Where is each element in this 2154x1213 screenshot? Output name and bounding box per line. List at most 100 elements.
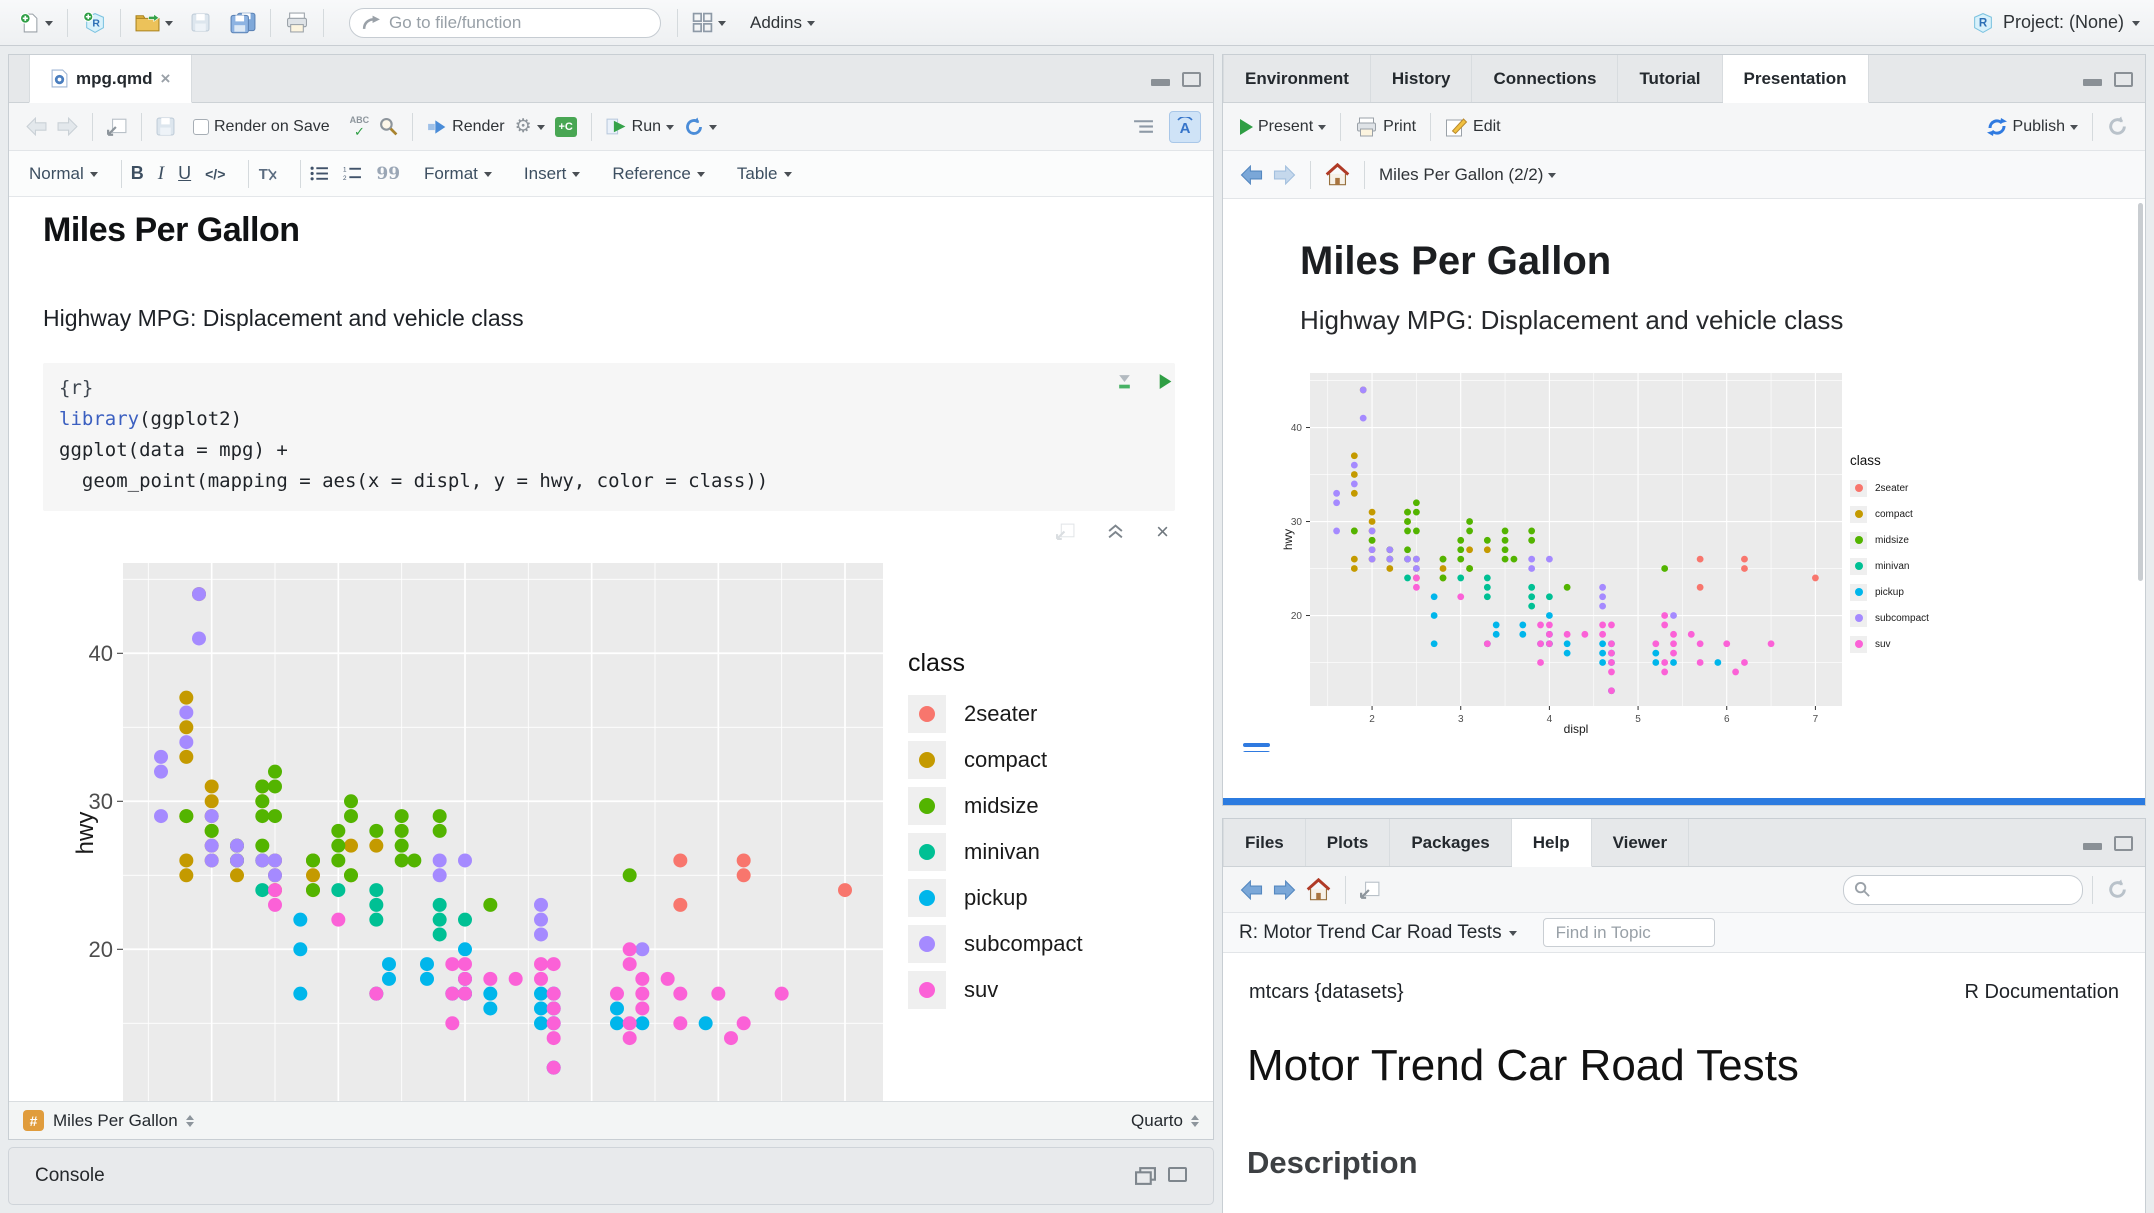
outline-selector[interactable]: Miles Per Gallon bbox=[53, 1111, 178, 1131]
divider bbox=[248, 160, 249, 188]
help-document[interactable]: mtcars {datasets} R Documentation Motor … bbox=[1223, 953, 2145, 1213]
render-on-save-checkbox[interactable]: Render on Save bbox=[188, 115, 335, 139]
print-button[interactable]: Print bbox=[1350, 114, 1421, 140]
bullet-list-button[interactable] bbox=[310, 166, 329, 181]
help-home-button[interactable] bbox=[1301, 875, 1336, 904]
back-icon bbox=[1240, 165, 1263, 185]
table-menu[interactable]: Table bbox=[737, 164, 792, 184]
tab-packages[interactable]: Packages bbox=[1390, 819, 1511, 866]
open-folder-icon bbox=[135, 13, 160, 32]
minimize-icon[interactable] bbox=[2083, 836, 2102, 851]
close-output-icon[interactable]: × bbox=[1156, 525, 1169, 539]
blockquote-button[interactable]: 99 bbox=[376, 164, 400, 184]
new-project-icon: R bbox=[82, 11, 106, 34]
maximize-icon[interactable] bbox=[2114, 836, 2133, 851]
help-forward-button[interactable] bbox=[1268, 877, 1301, 903]
outline-button[interactable] bbox=[1128, 116, 1159, 137]
collapse-output-icon[interactable] bbox=[1107, 524, 1124, 539]
slide-menu-icon[interactable] bbox=[1243, 743, 1270, 752]
insert-menu[interactable]: Insert bbox=[524, 164, 581, 184]
restore-icon[interactable] bbox=[1135, 1167, 1156, 1185]
new-file-button[interactable] bbox=[14, 9, 58, 36]
goto-file-search[interactable] bbox=[349, 8, 661, 38]
help-search[interactable] bbox=[1843, 875, 2083, 905]
document-canvas[interactable]: Miles Per Gallon Highway MPG: Displaceme… bbox=[9, 197, 1213, 1103]
visual-mode-toggle[interactable]: A bbox=[1169, 111, 1201, 143]
maximize-icon[interactable] bbox=[1168, 1167, 1187, 1182]
slide-home-button[interactable] bbox=[1320, 160, 1355, 189]
minimize-icon[interactable] bbox=[2083, 72, 2102, 87]
new-project-button[interactable]: R bbox=[77, 8, 111, 37]
pane-tabbar: Files Plots Packages Help Viewer bbox=[1223, 819, 2145, 867]
console-pane[interactable]: Console bbox=[8, 1147, 1214, 1205]
popout-icon[interactable] bbox=[1056, 523, 1075, 540]
tab-viewer[interactable]: Viewer bbox=[1592, 819, 1690, 866]
slide-back-button[interactable] bbox=[1235, 162, 1268, 188]
run-button[interactable]: Run bbox=[601, 115, 679, 139]
bold-button[interactable]: B bbox=[131, 163, 144, 184]
open-file-button[interactable] bbox=[130, 10, 178, 35]
format-menu[interactable]: Format bbox=[424, 164, 492, 184]
print-button[interactable] bbox=[280, 9, 314, 36]
project-menu[interactable]: R Project: (None) bbox=[1971, 11, 2140, 34]
slide-selector[interactable]: Miles Per Gallon (2/2) bbox=[1374, 162, 1561, 188]
tab-environment[interactable]: Environment bbox=[1223, 55, 1371, 102]
popout-button[interactable] bbox=[1355, 878, 1385, 902]
help-search-input[interactable] bbox=[1878, 881, 2058, 898]
run-chunks-above-icon[interactable] bbox=[1116, 373, 1133, 390]
forward-button[interactable] bbox=[52, 114, 83, 139]
maximize-icon[interactable] bbox=[1182, 72, 1201, 87]
find-button[interactable] bbox=[374, 114, 403, 139]
legend-dot bbox=[1855, 536, 1863, 544]
publish-button[interactable]: Publish bbox=[1981, 114, 2083, 140]
tab-presentation[interactable]: Presentation bbox=[1723, 55, 1869, 103]
code-chunk[interactable]: {r} library(ggplot2) ggplot(data = mpg) … bbox=[43, 363, 1175, 511]
clear-format-button[interactable]: T bbox=[258, 165, 277, 182]
refresh-button[interactable] bbox=[2102, 113, 2133, 140]
mode-selector[interactable]: Quarto bbox=[1131, 1111, 1183, 1131]
tab-history[interactable]: History bbox=[1371, 55, 1473, 102]
tab-help[interactable]: Help bbox=[1512, 819, 1592, 867]
workspace-panes-button[interactable] bbox=[687, 9, 731, 36]
paragraph-style-select[interactable]: Normal bbox=[29, 164, 98, 184]
render-button[interactable]: Render bbox=[422, 115, 509, 139]
reference-menu[interactable]: Reference bbox=[612, 164, 704, 184]
addins-button[interactable]: Addins bbox=[745, 10, 820, 36]
help-refresh-button[interactable] bbox=[2102, 876, 2133, 903]
save-all-button[interactable] bbox=[225, 9, 261, 37]
goto-file-input[interactable] bbox=[389, 13, 629, 33]
maximize-icon[interactable] bbox=[2114, 72, 2133, 87]
popout-button[interactable] bbox=[102, 115, 132, 139]
help-back-button[interactable] bbox=[1235, 877, 1268, 903]
find-in-topic-input[interactable] bbox=[1543, 918, 1715, 947]
tab-plots[interactable]: Plots bbox=[1306, 819, 1391, 866]
numbered-list-button[interactable]: 12 bbox=[343, 166, 362, 181]
slide-preview[interactable]: Miles Per Gallon Highway MPG: Displaceme… bbox=[1223, 199, 2145, 752]
present-button[interactable]: Present bbox=[1235, 115, 1331, 139]
save-button[interactable] bbox=[151, 114, 180, 139]
tab-connections[interactable]: Connections bbox=[1472, 55, 1618, 102]
tab-tutorial[interactable]: Tutorial bbox=[1618, 55, 1722, 102]
close-icon[interactable]: × bbox=[161, 69, 171, 89]
rerun-button[interactable] bbox=[679, 114, 722, 140]
code-button[interactable]: </> bbox=[205, 166, 225, 182]
back-button[interactable] bbox=[21, 114, 52, 139]
tab-mpg-qmd[interactable]: mpg.qmd × bbox=[29, 55, 192, 103]
topic-selector[interactable]: R: Motor Trend Car Road Tests bbox=[1239, 922, 1517, 944]
minimize-icon[interactable] bbox=[1151, 72, 1170, 87]
scrollbar[interactable] bbox=[2138, 203, 2143, 581]
updown-icon bbox=[1191, 1111, 1199, 1131]
render-options-button[interactable]: ⚙ bbox=[510, 112, 550, 141]
save-button[interactable] bbox=[186, 10, 215, 35]
legend-key-icon bbox=[908, 879, 946, 917]
tab-files[interactable]: Files bbox=[1223, 819, 1306, 866]
italic-button[interactable]: I bbox=[158, 163, 164, 185]
edit-button[interactable]: Edit bbox=[1440, 114, 1506, 140]
spellcheck-button[interactable]: ABC ✓ bbox=[345, 113, 375, 141]
insert-chunk-button[interactable]: +C bbox=[550, 114, 582, 140]
underline-button[interactable]: U bbox=[178, 163, 191, 184]
slide-forward-button[interactable] bbox=[1268, 162, 1301, 188]
run-chunk-icon[interactable] bbox=[1157, 373, 1173, 390]
legend-dot bbox=[919, 982, 935, 998]
checkbox-icon[interactable] bbox=[193, 119, 209, 135]
